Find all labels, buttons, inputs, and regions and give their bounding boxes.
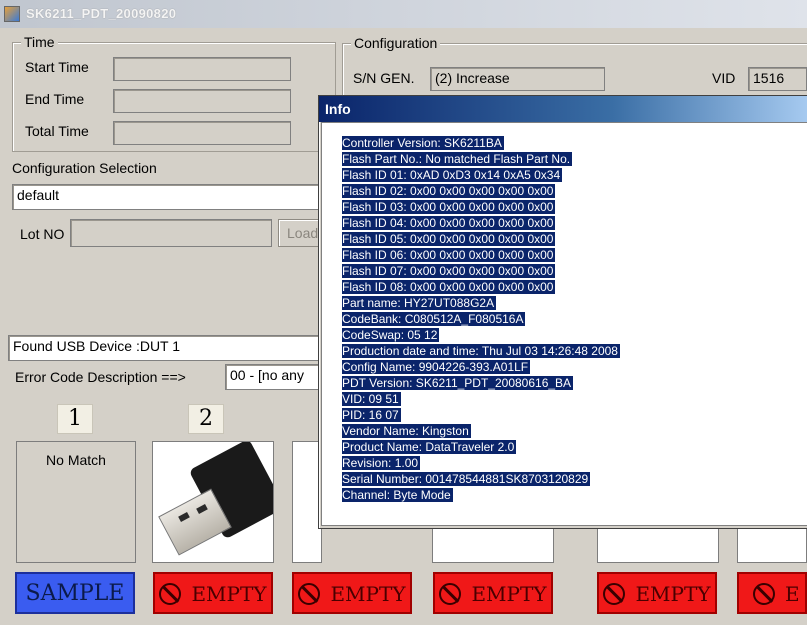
error-code-label: Error Code Description ==> bbox=[15, 369, 186, 385]
slot-1-status-label: SAMPLE bbox=[25, 581, 125, 606]
config-selection-dropdown[interactable]: default bbox=[12, 184, 322, 210]
slot-2-status-label: EMPTY bbox=[191, 582, 267, 606]
vid-field: 1516 bbox=[748, 67, 807, 91]
slot-5-box bbox=[597, 527, 719, 563]
slot-3-empty-button[interactable]: EMPTY bbox=[292, 572, 412, 614]
no-entry-icon bbox=[159, 582, 182, 605]
start-time-field bbox=[113, 57, 291, 81]
slot-6-empty-button[interactable]: E bbox=[737, 572, 807, 614]
info-line: Revision: 1.00 bbox=[342, 456, 421, 470]
no-entry-icon bbox=[298, 582, 321, 605]
slot-2-box bbox=[152, 441, 274, 563]
slot-1-box: No Match bbox=[16, 441, 136, 563]
info-line: PDT Version: SK6211_PDT_20080616_BA bbox=[342, 376, 574, 390]
info-line: Product Name: DataTraveler 2.0 bbox=[342, 440, 517, 454]
slot-1-number: 1 bbox=[57, 404, 93, 434]
slot-3-status-label: EMPTY bbox=[330, 582, 406, 606]
vid-label: VID bbox=[712, 70, 736, 86]
info-line: Production date and time: Thu Jul 03 14:… bbox=[342, 344, 620, 358]
total-time-field bbox=[113, 121, 291, 145]
info-line: Flash ID 02: 0x00 0x00 0x00 0x00 0x00 bbox=[342, 184, 556, 198]
configuration-group-label: Configuration bbox=[351, 35, 441, 51]
info-line: Serial Number: 001478544881SK8703120829 bbox=[342, 472, 591, 486]
time-group-label: Time bbox=[21, 34, 58, 50]
info-line: Flash ID 07: 0x00 0x00 0x00 0x00 0x00 bbox=[342, 264, 556, 278]
info-line: Controller Version: SK6211BA bbox=[342, 136, 504, 150]
lot-no-label: Lot NO bbox=[20, 226, 65, 242]
slot-6-box bbox=[737, 527, 807, 563]
sn-gen-label: S/N GEN. bbox=[353, 70, 415, 86]
info-line: Flash ID 03: 0x00 0x00 0x00 0x00 0x00 bbox=[342, 200, 556, 214]
total-time-label: Total Time bbox=[25, 123, 89, 139]
info-line: Part name: HY27UT088G2A bbox=[342, 296, 497, 310]
lot-no-input[interactable] bbox=[70, 219, 272, 247]
slot-4-status-label: EMPTY bbox=[471, 582, 547, 606]
info-line: CodeBank: C080512A_F080516A bbox=[342, 312, 526, 326]
info-line: Vendor Name: Kingston bbox=[342, 424, 471, 438]
info-line: Flash ID 05: 0x00 0x00 0x00 0x00 0x00 bbox=[342, 232, 556, 246]
sn-gen-field: (2) Increase bbox=[430, 67, 605, 91]
no-entry-icon bbox=[603, 582, 626, 605]
info-line: Channel: Byte Mode bbox=[342, 488, 453, 502]
slot-4-empty-button[interactable]: EMPTY bbox=[433, 572, 553, 614]
load-button[interactable]: Load bbox=[278, 219, 320, 247]
title-bar: SK6211_PDT_20090820 bbox=[0, 0, 807, 28]
slot-4-box bbox=[432, 527, 554, 563]
info-dialog: Info Controller Version: SK6211BA Flash … bbox=[318, 95, 807, 529]
info-line: Config Name: 9904226-393.A01LF bbox=[342, 360, 531, 374]
info-line: CodeSwap: 05 12 bbox=[342, 328, 440, 342]
info-line: Flash ID 01: 0xAD 0xD3 0x14 0xA5 0x34 bbox=[342, 168, 563, 182]
config-selection-label: Configuration Selection bbox=[12, 160, 157, 176]
slot-5-status-label: EMPTY bbox=[635, 582, 711, 606]
info-line: Flash ID 06: 0x00 0x00 0x00 0x00 0x00 bbox=[342, 248, 556, 262]
slot-5-empty-button[interactable]: EMPTY bbox=[597, 572, 717, 614]
error-code-dropdown[interactable]: 00 - [no any bbox=[225, 364, 320, 390]
slot-2-number: 2 bbox=[188, 404, 224, 434]
no-entry-icon bbox=[753, 582, 775, 605]
slot-1-status-text: No Match bbox=[46, 452, 106, 468]
usb-drive-image bbox=[153, 442, 273, 562]
end-time-label: End Time bbox=[25, 91, 85, 107]
no-entry-icon bbox=[439, 582, 462, 605]
end-time-field bbox=[113, 89, 291, 113]
slot-2-empty-button[interactable]: EMPTY bbox=[153, 572, 273, 614]
start-time-label: Start Time bbox=[25, 59, 89, 75]
window-title: SK6211_PDT_20090820 bbox=[26, 6, 177, 21]
slot-1-sample-button[interactable]: SAMPLE bbox=[15, 572, 135, 614]
info-line: VID: 09 51 bbox=[342, 392, 401, 406]
info-line: Flash Part No.: No matched Flash Part No… bbox=[342, 152, 573, 166]
app-icon bbox=[4, 6, 20, 22]
info-line: Flash ID 08: 0x00 0x00 0x00 0x00 0x00 bbox=[342, 280, 556, 294]
info-line: Flash ID 04: 0x00 0x00 0x00 0x00 0x00 bbox=[342, 216, 556, 230]
slot-6-status-label: E bbox=[785, 582, 800, 606]
device-status-field: Found USB Device :DUT 1 bbox=[8, 335, 320, 361]
info-dialog-title: Info bbox=[319, 96, 807, 122]
info-line: PID: 16 07 bbox=[342, 408, 401, 422]
info-dialog-text-area[interactable]: Controller Version: SK6211BA Flash Part … bbox=[321, 122, 807, 526]
